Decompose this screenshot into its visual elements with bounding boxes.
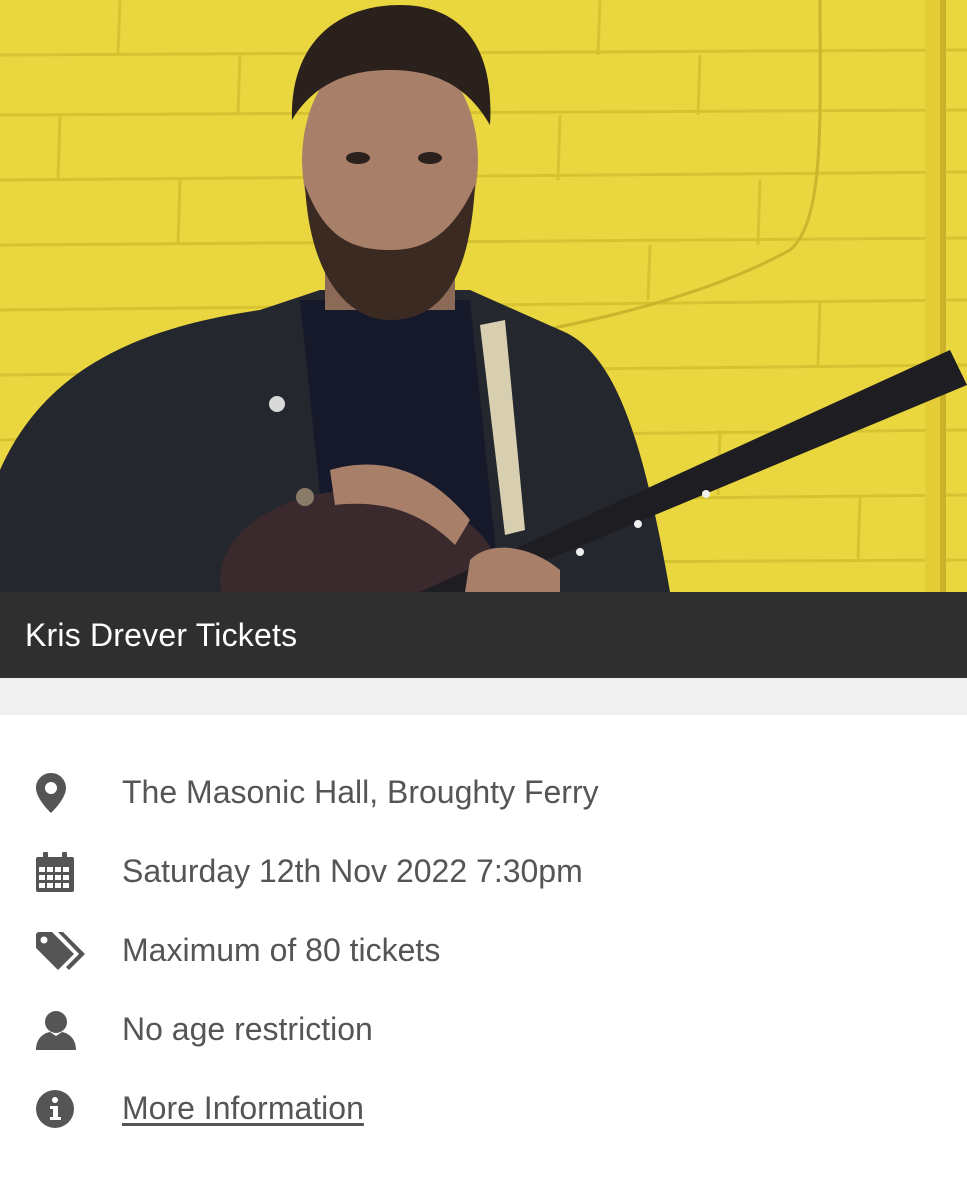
event-title: Kris Drever Tickets (25, 616, 298, 653)
event-hero-image (0, 0, 967, 592)
age-row: No age restriction (0, 990, 967, 1069)
tags-icon (0, 931, 122, 971)
user-icon (0, 1010, 122, 1050)
venue-text: The Masonic Hall, Broughty Ferry (122, 774, 599, 810)
map-pin-icon (0, 772, 122, 813)
event-title-bar: Kris Drever Tickets (0, 592, 967, 678)
venue-row: The Masonic Hall, Broughty Ferry (0, 753, 967, 832)
more-information-link[interactable]: More Information (122, 1090, 364, 1127)
artist-photo (0, 0, 967, 592)
event-details: The Masonic Hall, Broughty Ferry Saturda… (0, 715, 967, 1148)
date-text: Saturday 12th Nov 2022 7:30pm (122, 853, 583, 889)
tickets-row: Maximum of 80 tickets (0, 911, 967, 990)
info-icon (0, 1089, 122, 1128)
tickets-text: Maximum of 80 tickets (122, 932, 441, 968)
calendar-icon (0, 851, 122, 892)
info-row: More Information (0, 1069, 967, 1148)
age-text: No age restriction (122, 1011, 373, 1047)
date-row: Saturday 12th Nov 2022 7:30pm (0, 832, 967, 911)
section-divider (0, 678, 967, 715)
